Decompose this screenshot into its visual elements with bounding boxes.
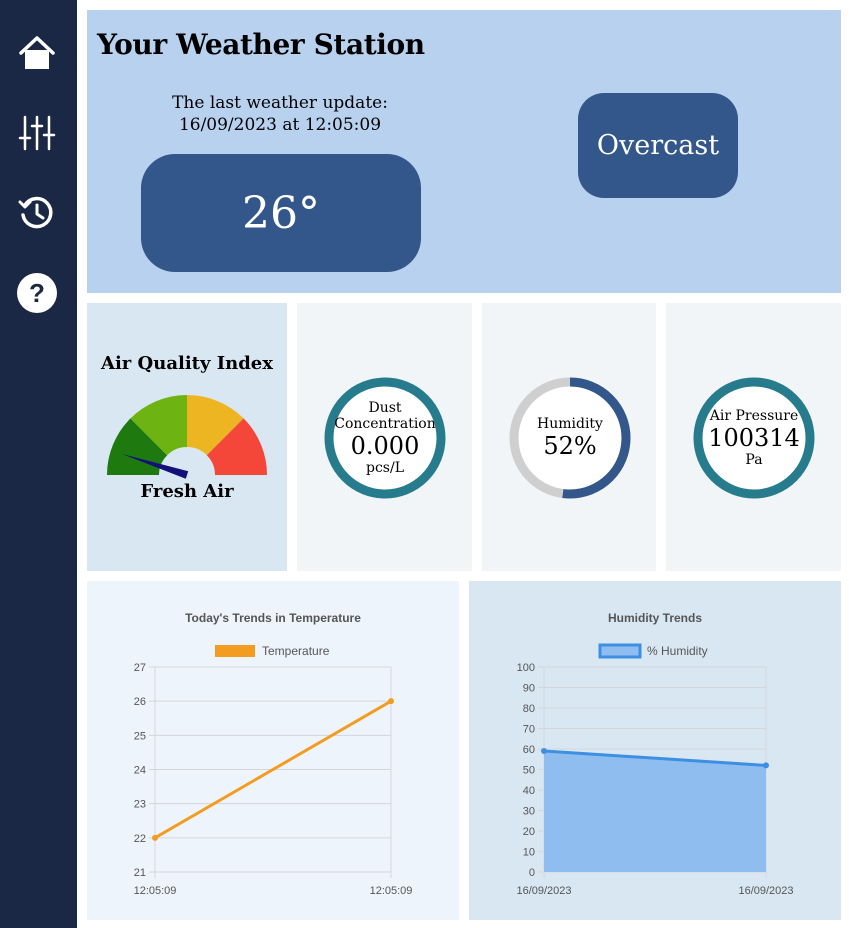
temperature-value: 26° (242, 187, 320, 239)
last-update-time: 16/09/2023 at 12:05:09 (178, 115, 382, 135)
y-tick-label: 24 (134, 765, 146, 777)
sliders-icon (18, 115, 56, 151)
last-update-label: The last weather update: (172, 93, 388, 113)
y-tick-label: 60 (523, 744, 535, 756)
x-tick-label: 12:05:09 (370, 885, 413, 897)
legend-label: % Humidity (647, 644, 708, 658)
page-title: Your Weather Station (97, 28, 425, 61)
dust-unit: pcs/L (365, 460, 404, 476)
legend-label: Temperature (262, 644, 330, 658)
temperature-chart-card: Today's Trends in Temperature Temperature… (87, 581, 459, 920)
air-quality-card: Air Quality Index Fresh Air (87, 303, 287, 571)
legend-swatch (598, 643, 642, 659)
pressure-value: 100314 (708, 424, 800, 452)
chart-title: Today's Trends in Temperature (185, 611, 361, 625)
dust-readout: Dust Concentration 0.000 pcs/L (323, 376, 447, 500)
dust-label-1: Dust (368, 400, 402, 416)
y-tick-label: 40 (523, 785, 535, 797)
y-tick-label: 30 (523, 806, 535, 818)
weather-header: Your Weather Station The last weather up… (87, 10, 841, 293)
y-tick-label: 23 (134, 799, 146, 811)
aqi-title: Air Quality Index (101, 353, 273, 374)
sidebar: ? (0, 0, 77, 928)
data-point (541, 748, 547, 755)
x-tick-label: 12:05:09 (134, 885, 177, 897)
aqi-status: Fresh Air (140, 481, 234, 502)
y-tick-label: 22 (134, 833, 146, 845)
x-tick-label: 16/09/2023 (516, 885, 571, 897)
y-tick-label: 26 (134, 696, 146, 708)
aqi-gauge (107, 395, 267, 479)
last-update: The last weather update: 16/09/2023 at 1… (140, 92, 420, 136)
humidity-card: Humidity 52% (482, 303, 656, 571)
pressure-label: Air Pressure (709, 408, 799, 424)
pressure-unit: Pa (745, 452, 763, 468)
nav-settings[interactable] (14, 110, 60, 156)
chart-title: Humidity Trends (608, 611, 702, 625)
svg-text:?: ? (29, 278, 45, 308)
humidity-chart-card: Humidity Trends % Humidity 0 10 20 30 40 50 60 70… (469, 581, 841, 920)
humidity-chart: Humidity Trends % Humidity 0 10 20 30 40 50 60 70… (516, 611, 793, 897)
condition-value: Overcast (596, 130, 720, 161)
y-tick-label: 100 (517, 662, 535, 674)
nav-history[interactable] (14, 190, 60, 236)
history-icon (18, 196, 53, 229)
dust-label-2: Concentration (334, 416, 436, 432)
dust-card: Dust Concentration 0.000 pcs/L (297, 303, 472, 571)
x-tick-label: 16/09/2023 (738, 885, 793, 897)
condition-display: Overcast (578, 93, 738, 198)
y-tick-label: 80 (523, 703, 535, 715)
data-point (152, 834, 158, 841)
y-tick-label: 50 (523, 765, 535, 777)
y-tick-label: 25 (134, 730, 146, 742)
legend-swatch (215, 645, 255, 657)
humidity-label: Humidity (537, 416, 603, 432)
y-tick-label: 20 (523, 826, 535, 838)
temperature-chart: Today's Trends in Temperature Temperature… (134, 611, 413, 897)
pressure-card: Air Pressure 100314 Pa (666, 303, 841, 571)
y-tick-label: 70 (523, 724, 535, 736)
y-tick-label: 90 (523, 683, 535, 695)
humidity-readout: Humidity 52% (508, 376, 632, 500)
nav-home[interactable] (14, 30, 60, 76)
data-point (763, 762, 769, 769)
y-tick-label: 27 (134, 662, 146, 674)
y-tick-label: 10 (523, 847, 535, 859)
home-icon (19, 36, 55, 69)
dust-value: 0.000 (350, 432, 420, 460)
nav-help[interactable]: ? (14, 270, 60, 316)
y-tick-label: 21 (134, 867, 146, 879)
data-point (388, 698, 394, 705)
area-fill (544, 751, 766, 872)
y-tick-label: 0 (529, 867, 535, 879)
temperature-display: 26° (141, 154, 421, 272)
humidity-value: 52% (543, 432, 597, 460)
pressure-readout: Air Pressure 100314 Pa (692, 376, 816, 500)
help-icon: ? (17, 273, 57, 313)
